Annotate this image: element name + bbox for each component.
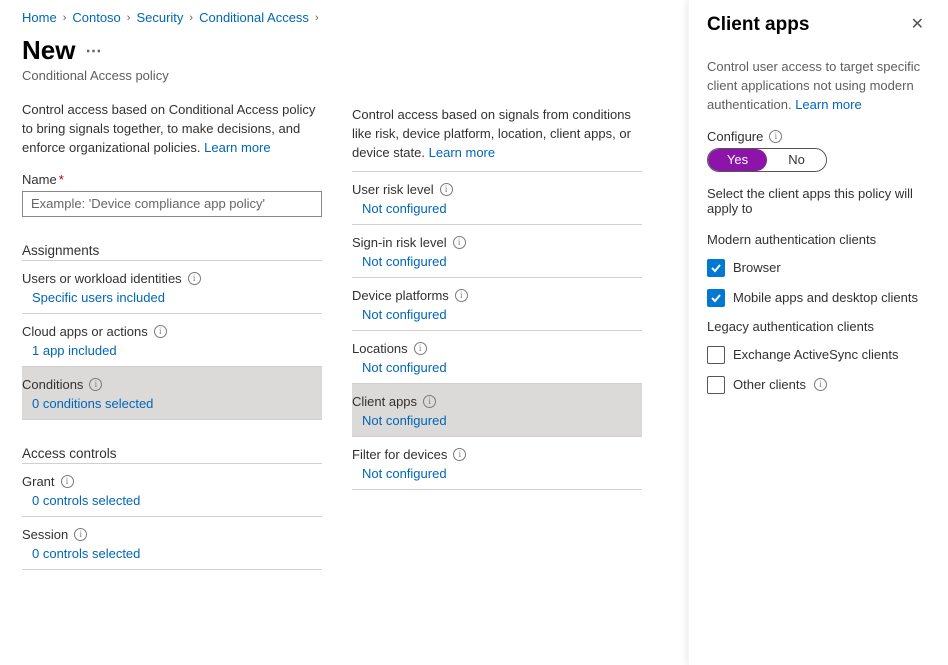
group-legacy-label: Legacy authentication clients — [707, 319, 930, 334]
row-cloud-value[interactable]: 1 app included — [32, 343, 117, 358]
group-modern-label: Modern authentication clients — [707, 232, 930, 247]
row-users[interactable]: Users or workload identities Specific us… — [22, 261, 322, 314]
row-session[interactable]: Session 0 controls selected — [22, 517, 322, 570]
row-users-value[interactable]: Specific users included — [32, 290, 165, 305]
row-conditions[interactable]: Conditions 0 conditions selected — [22, 367, 322, 420]
row-device-platforms[interactable]: Device platforms Not configured — [352, 278, 642, 331]
flyout-client-apps: Client apps ✕ Control user access to tar… — [688, 0, 948, 665]
row-conditions-value[interactable]: 0 conditions selected — [32, 396, 153, 411]
row-filter-devices[interactable]: Filter for devices Not configured — [352, 437, 642, 490]
configure-label: Configure — [707, 129, 930, 144]
checkmark-icon — [707, 289, 725, 307]
checkmark-icon — [707, 259, 725, 277]
info-icon[interactable] — [74, 528, 87, 541]
checkbox-eas[interactable]: Exchange ActiveSync clients — [707, 346, 930, 364]
flyout-description: Control user access to target specific c… — [707, 58, 930, 115]
chevron-right-icon: › — [127, 12, 131, 24]
learn-more-link[interactable]: Learn more — [429, 145, 495, 160]
checkbox-browser[interactable]: Browser — [707, 259, 930, 277]
breadcrumb: Home › Contoso › Security › Conditional … — [22, 10, 322, 25]
checkbox-other-clients[interactable]: Other clients — [707, 376, 930, 394]
info-icon[interactable] — [453, 236, 466, 249]
row-grant-value[interactable]: 0 controls selected — [32, 493, 140, 508]
section-access-controls: Access controls — [22, 446, 322, 464]
checkbox-box — [707, 346, 725, 364]
chevron-right-icon: › — [63, 12, 67, 24]
breadcrumb-contoso[interactable]: Contoso — [72, 10, 120, 25]
policy-description: Control access based on Conditional Acce… — [22, 101, 322, 158]
info-icon[interactable] — [440, 183, 453, 196]
name-label: Name* — [22, 172, 322, 187]
learn-more-link[interactable]: Learn more — [204, 140, 270, 155]
flyout-title: Client apps — [707, 14, 809, 36]
info-icon[interactable] — [154, 325, 167, 338]
page-title: New ⋯ — [22, 35, 322, 66]
info-icon[interactable] — [89, 378, 102, 391]
learn-more-link[interactable]: Learn more — [795, 97, 861, 112]
toggle-no-button[interactable]: No — [767, 149, 826, 171]
breadcrumb-conditional-access[interactable]: Conditional Access — [199, 10, 309, 25]
close-icon[interactable]: ✕ — [905, 16, 930, 34]
info-icon[interactable] — [188, 272, 201, 285]
chevron-right-icon: › — [189, 12, 193, 24]
row-cloud-apps[interactable]: Cloud apps or actions 1 app included — [22, 314, 322, 367]
info-icon[interactable] — [769, 130, 782, 143]
section-assignments: Assignments — [22, 243, 322, 261]
row-client-apps[interactable]: Client apps Not configured — [352, 384, 642, 437]
page-subtitle: Conditional Access policy — [22, 68, 322, 83]
breadcrumb-home[interactable]: Home — [22, 10, 57, 25]
info-icon[interactable] — [814, 378, 827, 391]
info-icon[interactable] — [414, 342, 427, 355]
info-icon[interactable] — [453, 448, 466, 461]
checkbox-mobile-desktop[interactable]: Mobile apps and desktop clients — [707, 289, 930, 307]
flyout-help-text: Select the client apps this policy will … — [707, 186, 930, 216]
configure-toggle[interactable]: Yes No — [707, 148, 827, 172]
row-session-value[interactable]: 0 controls selected — [32, 546, 140, 561]
breadcrumb-security[interactable]: Security — [136, 10, 183, 25]
row-grant[interactable]: Grant 0 controls selected — [22, 464, 322, 517]
row-user-risk[interactable]: User risk level Not configured — [352, 172, 642, 225]
checkbox-box — [707, 376, 725, 394]
info-icon[interactable] — [423, 395, 436, 408]
row-signin-risk[interactable]: Sign-in risk level Not configured — [352, 225, 642, 278]
toggle-yes-button[interactable]: Yes — [708, 149, 767, 171]
info-icon[interactable] — [61, 475, 74, 488]
row-locations[interactable]: Locations Not configured — [352, 331, 642, 384]
conditions-description: Control access based on signals from con… — [352, 106, 642, 172]
more-icon[interactable]: ⋯ — [85, 41, 102, 61]
chevron-right-icon: › — [315, 12, 319, 24]
name-input[interactable] — [22, 191, 322, 217]
info-icon[interactable] — [455, 289, 468, 302]
